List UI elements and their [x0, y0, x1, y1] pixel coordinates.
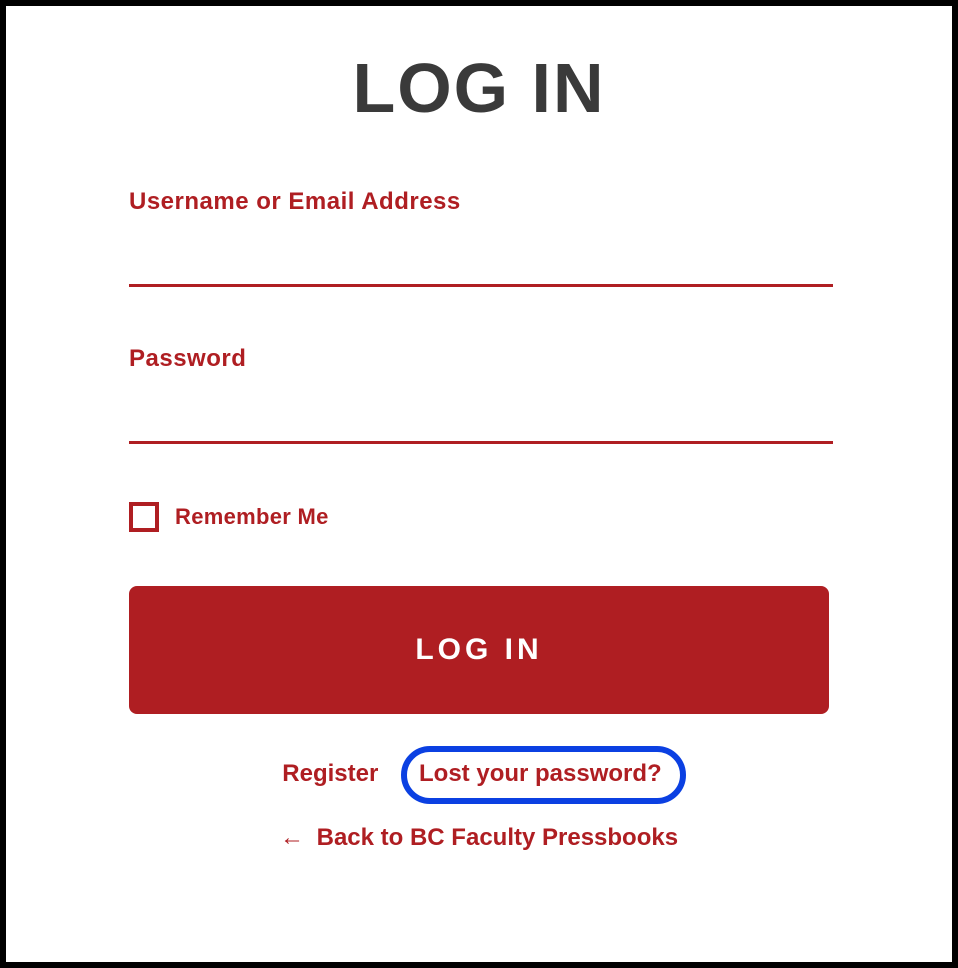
username-label: Username or Email Address: [129, 188, 829, 216]
username-field-group: Username or Email Address: [129, 188, 829, 287]
login-screen-frame: LOG IN Username or Email Address Passwor…: [0, 0, 958, 968]
password-label: Password: [129, 345, 829, 373]
login-button[interactable]: LOG IN: [129, 586, 829, 714]
register-link[interactable]: Register: [282, 760, 378, 787]
password-field-group: Password: [129, 345, 829, 444]
page-title: LOG IN: [129, 48, 829, 128]
auth-links-row: Register Lost your password?: [129, 754, 829, 794]
remember-label: Remember Me: [175, 504, 329, 530]
username-input[interactable]: [129, 238, 833, 287]
back-link-label: Back to BC Faculty Pressbooks: [317, 824, 678, 851]
lost-password-link[interactable]: Lost your password?: [419, 760, 662, 787]
password-input[interactable]: [129, 395, 833, 444]
remember-checkbox[interactable]: [129, 502, 159, 532]
login-form: LOG IN Username or Email Address Passwor…: [129, 48, 829, 852]
arrow-left-icon: ←: [280, 824, 304, 851]
back-link[interactable]: ← Back to BC Faculty Pressbooks: [280, 824, 678, 851]
back-link-row: ← Back to BC Faculty Pressbooks: [129, 824, 829, 852]
lost-password-wrap: Lost your password?: [405, 754, 676, 794]
remember-row: Remember Me: [129, 502, 829, 532]
